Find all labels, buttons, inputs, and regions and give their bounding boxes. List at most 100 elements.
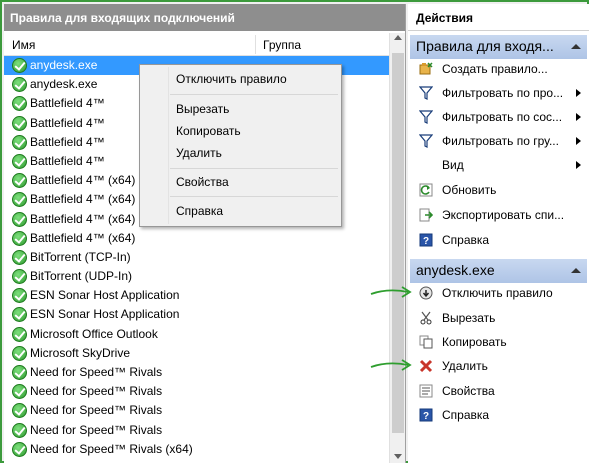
action-filter-state[interactable]: Фильтровать по сос... (410, 106, 587, 130)
copy-icon (419, 335, 433, 349)
svg-text:?: ? (423, 236, 429, 247)
action-filter-group[interactable]: Фильтровать по гру... (410, 130, 587, 154)
refresh-icon (419, 183, 433, 197)
enabled-check-icon (12, 134, 27, 150)
enabled-check-icon (12, 58, 27, 73)
enabled-check-icon (12, 192, 27, 208)
action-help[interactable]: ? Справка (410, 229, 587, 253)
ctx-cut[interactable]: Вырезать (176, 102, 229, 116)
table-row[interactable]: ESN Sonar Host Application (4, 305, 389, 324)
rule-name: Battlefield 4™ (x64) (30, 192, 136, 207)
enabled-check-icon (12, 173, 27, 189)
column-separator[interactable] (255, 35, 256, 54)
ctx-separator (170, 168, 338, 169)
filter-icon (419, 86, 433, 100)
collapse-arrow-icon[interactable] (571, 44, 581, 49)
action-label: Справка (442, 408, 490, 422)
table-row[interactable]: Need for Speed™ Rivals (4, 401, 389, 420)
enabled-check-icon (12, 345, 27, 361)
section-header-selected-rule[interactable]: anydesk.exe (410, 259, 587, 283)
enabled-check-icon (12, 153, 27, 169)
export-icon (419, 208, 433, 222)
rule-name: Battlefield 4™ (x64) (30, 211, 136, 226)
action-copy[interactable]: Копировать (410, 331, 587, 355)
action-cut[interactable]: Вырезать (410, 307, 587, 331)
action-help-2[interactable]: ? Справка (410, 404, 587, 428)
table-row[interactable]: Battlefield 4™ (x64) (4, 229, 389, 248)
rule-name: Need for Speed™ Rivals (30, 422, 163, 437)
column-group-header[interactable]: Группа (263, 38, 301, 52)
rule-name: Need for Speed™ Rivals (30, 365, 163, 379)
table-row[interactable]: Microsoft SkyDrive (4, 344, 389, 363)
ctx-disable-rule[interactable]: Отключить правило (176, 72, 287, 86)
section-header-rules[interactable]: Правила для входя... (410, 35, 587, 59)
rule-name: Need for Speed™ Rivals (x64) (30, 441, 193, 456)
enabled-check-icon (12, 365, 27, 380)
rule-name: Need for Speed™ Rivals (30, 403, 163, 418)
enabled-check-icon (12, 115, 27, 131)
table-row[interactable]: Need for Speed™ Rivals (x64) (4, 440, 389, 459)
submenu-arrow-icon (576, 137, 581, 145)
table-row[interactable]: Microsoft Office Outlook (4, 325, 389, 344)
disable-rule-icon (419, 286, 433, 300)
ctx-copy[interactable]: Копировать (176, 124, 241, 138)
new-rule-icon (419, 62, 433, 75)
action-filter-profile[interactable]: Фильтровать по про... (410, 82, 587, 106)
table-row[interactable]: BitTorrent (TCP-In) (4, 248, 389, 267)
table-row[interactable]: ESN Sonar Host Application (4, 286, 389, 305)
enabled-check-icon (12, 441, 27, 457)
action-disable-rule[interactable]: Отключить правило (410, 282, 587, 306)
ctx-delete[interactable]: Удалить (176, 146, 222, 160)
rules-pane: Правила для входящих подключений Имя Гру… (4, 4, 406, 463)
action-label: Вид (442, 158, 464, 172)
enabled-check-icon (12, 211, 27, 227)
context-menu: Отключить правило Вырезать Копировать Уд… (139, 64, 342, 227)
rule-name: Microsoft SkyDrive (30, 345, 131, 360)
table-row[interactable]: BitTorrent (UDP-In) (4, 267, 389, 286)
ctx-properties[interactable]: Свойства (176, 175, 229, 189)
table-row[interactable]: Need for Speed™ Rivals (4, 421, 389, 440)
rule-name: ESN Sonar Host Application (30, 307, 180, 322)
collapse-arrow-icon[interactable] (571, 268, 581, 273)
ctx-help[interactable]: Справка (176, 204, 223, 218)
action-label: Фильтровать по про... (442, 86, 564, 100)
rules-pane-title: Правила для входящих подключений (4, 4, 405, 31)
enabled-check-icon (12, 422, 27, 438)
vertical-scrollbar[interactable] (389, 33, 405, 463)
action-delete[interactable]: Удалить (410, 355, 587, 379)
enabled-check-icon (12, 384, 27, 400)
rule-name: Need for Speed™ Rivals (30, 384, 163, 399)
action-label: Справка (442, 233, 490, 247)
scroll-thumb[interactable] (392, 53, 404, 433)
ctx-separator (170, 94, 338, 95)
submenu-arrow-icon (576, 113, 581, 121)
enabled-check-icon (12, 230, 27, 246)
enabled-check-icon (12, 77, 27, 93)
help-icon: ? (419, 408, 433, 422)
enabled-check-icon (12, 269, 27, 285)
rule-name: anydesk.exe (30, 58, 98, 72)
scroll-up-arrow-icon[interactable] (394, 35, 402, 40)
rule-name: Battlefield 4™ (30, 96, 105, 111)
action-view[interactable]: Вид (410, 154, 587, 178)
properties-icon (419, 384, 433, 398)
scroll-down-arrow-icon[interactable] (394, 454, 402, 459)
action-properties[interactable]: Свойства (410, 380, 587, 404)
annotation-arrow-icon (370, 286, 412, 298)
action-new-rule[interactable]: Создать правило... (410, 58, 587, 82)
table-row[interactable]: Need for Speed™ Rivals (4, 382, 389, 401)
actions-pane: Действия Правила для входя... Создать пр… (408, 4, 589, 463)
enabled-check-icon (12, 403, 27, 419)
help-icon: ? (419, 233, 433, 247)
action-label: Удалить (442, 359, 488, 373)
action-export[interactable]: Экспортировать спи... (410, 204, 587, 228)
enabled-check-icon (12, 288, 27, 304)
table-row[interactable]: Need for Speed™ Rivals (4, 363, 389, 382)
action-refresh[interactable]: Обновить (410, 179, 587, 203)
rule-name: Microsoft Office Outlook (30, 326, 158, 341)
action-label: Отключить правило (442, 286, 553, 300)
action-label: Экспортировать спи... (442, 208, 565, 222)
rule-name: Battlefield 4™ (x64) (30, 173, 136, 188)
column-name-header[interactable]: Имя (12, 38, 35, 52)
action-label: Создать правило... (442, 62, 548, 76)
